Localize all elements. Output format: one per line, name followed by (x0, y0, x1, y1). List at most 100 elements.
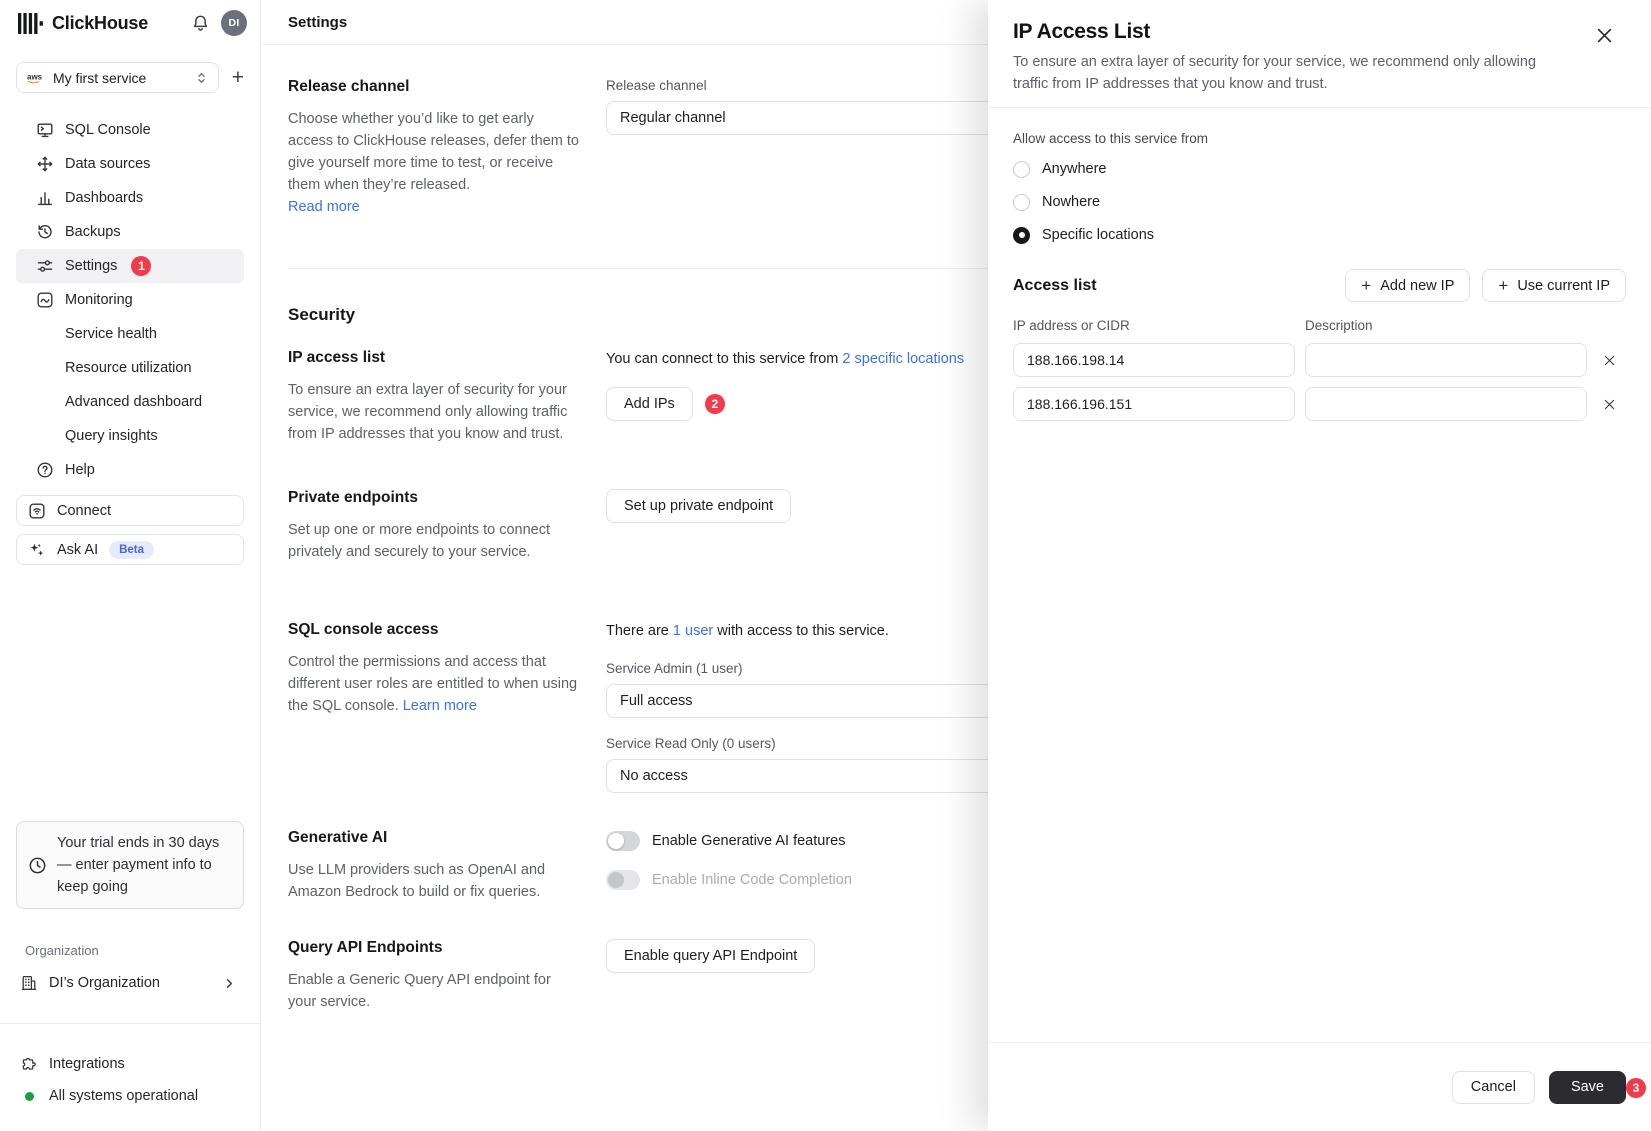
organization-row[interactable]: DI’s Organization (16, 966, 244, 1000)
panel-header: IP Access List To ensure an extra layer … (988, 0, 1651, 108)
sidebar-item-data-sources[interactable]: Data sources (16, 147, 244, 181)
access-list-column-headers: IP address or CIDR Description (1013, 318, 1626, 333)
sidebar-item-advanced-dashboard[interactable]: Advanced dashboard (16, 385, 244, 419)
sidebar-item-label: Dashboards (65, 190, 143, 206)
add-new-ip-button[interactable]: +Add new IP (1345, 269, 1470, 302)
generative-ai-heading: Generative AI (288, 829, 606, 847)
ip-input[interactable] (1013, 343, 1295, 377)
sidebar-item-label: SQL Console (65, 122, 151, 138)
radio-circle (1013, 161, 1030, 178)
sidebar-item-monitoring[interactable]: Monitoring (16, 283, 244, 317)
release-channel-select[interactable]: Regular channel (606, 101, 1026, 135)
service-selector[interactable]: aws My first service (16, 62, 219, 93)
ip-access-heading: IP access list (288, 349, 606, 367)
sidebar-footer-divider (0, 1023, 260, 1024)
release-channel-heading: Release channel (288, 78, 606, 96)
sidebar-item-settings[interactable]: Settings 1 (16, 249, 244, 283)
radio-label: Anywhere (1042, 161, 1106, 177)
organization-name: DI’s Organization (49, 975, 160, 991)
sidebar-item-dashboards[interactable]: Dashboards (16, 181, 244, 215)
data-sources-icon (36, 155, 54, 173)
ip-input[interactable] (1013, 387, 1295, 421)
sidebar-item-label: Resource utilization (65, 360, 192, 376)
ip-access-list-panel: IP Access List To ensure an extra layer … (988, 0, 1651, 1131)
ask-ai-button[interactable]: Ask AI Beta (16, 534, 244, 565)
add-service-button[interactable]: + (232, 67, 244, 88)
avatar[interactable]: DI (221, 10, 247, 36)
sidebar-item-label: Data sources (65, 156, 150, 172)
user-count-link[interactable]: 1 user (673, 623, 713, 639)
system-status-row[interactable]: All systems operational (16, 1079, 244, 1113)
description-input[interactable] (1305, 387, 1587, 421)
radio-specific-locations[interactable]: Specific locations (1013, 225, 1626, 245)
sidebar-item-query-insights[interactable]: Query insights (16, 419, 244, 453)
enable-query-api-button[interactable]: Enable query API Endpoint (606, 939, 815, 973)
beta-badge: Beta (109, 541, 154, 559)
sidebar-item-resource-utilization[interactable]: Resource utilization (16, 351, 244, 385)
sidebar-item-label: Advanced dashboard (65, 394, 202, 410)
service-selector-value: My first service (53, 70, 187, 86)
allow-access-label: Allow access to this service from (1013, 131, 1626, 146)
specific-locations-link[interactable]: 2 specific locations (842, 351, 964, 367)
integrations-row[interactable]: Integrations (16, 1047, 244, 1081)
plus-icon: + (1361, 277, 1371, 294)
sidebar-item-sql-console[interactable]: SQL Console (16, 113, 244, 147)
chevron-right-icon (223, 977, 236, 990)
panel-description: To ensure an extra layer of security for… (1013, 51, 1558, 95)
select-updown-icon (195, 71, 208, 85)
clickhouse-logo-icon (18, 13, 43, 34)
sidebar-item-label: Help (65, 462, 95, 478)
radio-circle-selected (1013, 227, 1030, 244)
setup-private-endpoint-button[interactable]: Set up private endpoint (606, 489, 791, 523)
use-current-ip-button[interactable]: +Use current IP (1482, 269, 1626, 302)
cancel-button[interactable]: Cancel (1452, 1071, 1535, 1104)
radio-nowhere[interactable]: Nowhere (1013, 192, 1626, 212)
sidebar-item-label: Query insights (65, 428, 158, 444)
generative-ai-toggle[interactable] (606, 831, 640, 851)
save-button[interactable]: Save (1549, 1071, 1626, 1104)
radio-anywhere[interactable]: Anywhere (1013, 159, 1626, 179)
query-api-description: Enable a Generic Query API endpoint for … (288, 969, 580, 1013)
sidebar-item-service-health[interactable]: Service health (16, 317, 244, 351)
panel-title: IP Access List (1013, 18, 1626, 45)
service-readonly-select[interactable]: No access (606, 759, 1026, 793)
description-input[interactable] (1305, 343, 1587, 377)
add-ips-badge: 2 (705, 394, 725, 414)
read-more-link[interactable]: Read more (288, 199, 360, 215)
sql-console-access-heading: SQL console access (288, 621, 606, 639)
query-api-heading: Query API Endpoints (288, 939, 606, 957)
clock-icon (28, 856, 47, 875)
connect-icon (28, 502, 46, 520)
column-description-label: Description (1305, 318, 1587, 333)
help-icon (36, 461, 54, 479)
service-row: aws My first service + (0, 62, 260, 93)
delete-row-icon[interactable] (1597, 348, 1621, 372)
connect-button[interactable]: Connect (16, 495, 244, 526)
brand-row: ClickHouse DI (0, 0, 260, 46)
organization-icon (20, 974, 38, 992)
access-list-row (1013, 343, 1626, 377)
close-icon[interactable] (1595, 26, 1613, 44)
ip-access-description: To ensure an extra layer of security for… (288, 379, 580, 445)
radio-label: Specific locations (1042, 227, 1154, 243)
inline-code-completion-label: Enable Inline Code Completion (652, 872, 852, 888)
integrations-icon (20, 1055, 38, 1073)
connect-label: Connect (57, 503, 111, 519)
trial-notice[interactable]: Your trial ends in 30 days — enter payme… (16, 821, 244, 909)
svg-text:aws: aws (27, 72, 43, 81)
add-ips-button[interactable]: Add IPs (606, 387, 693, 421)
bell-icon[interactable] (188, 11, 212, 35)
delete-row-icon[interactable] (1597, 392, 1621, 416)
service-admin-select[interactable]: Full access (606, 684, 1026, 718)
inline-code-completion-toggle[interactable] (606, 870, 640, 890)
sidebar-item-help[interactable]: Help (16, 453, 244, 487)
private-endpoints-description: Set up one or more endpoints to connect … (288, 519, 580, 563)
sidebar-item-backups[interactable]: Backups (16, 215, 244, 249)
access-list-header: Access list +Add new IP +Use current IP (1013, 269, 1626, 302)
settings-icon (36, 257, 54, 275)
learn-more-link[interactable]: Learn more (403, 698, 477, 714)
generative-ai-description: Use LLM providers such as OpenAI and Ama… (288, 859, 580, 903)
status-dot (25, 1092, 34, 1101)
dashboards-icon (36, 189, 54, 207)
panel-footer: Cancel Save 3 (988, 1042, 1651, 1131)
